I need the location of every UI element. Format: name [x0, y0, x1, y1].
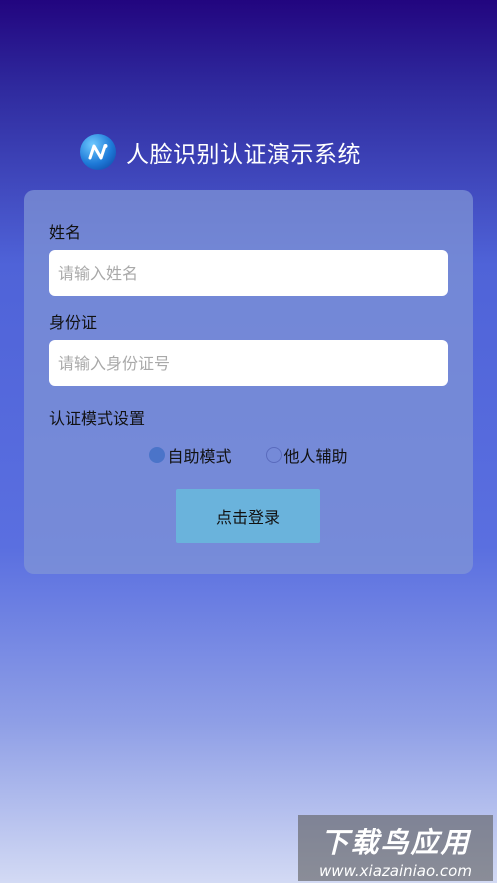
- watermark-main: 下载鸟应用: [320, 826, 471, 859]
- id-label: 身份证: [49, 313, 98, 332]
- name-input[interactable]: [49, 250, 448, 296]
- mode-label: 认证模式设置: [49, 409, 146, 428]
- radio-assisted-mode-label: 他人辅助: [283, 447, 348, 466]
- id-number-input[interactable]: [49, 340, 448, 386]
- radio-assisted-mode[interactable]: 他人辅助: [265, 443, 348, 467]
- name-label: 姓名: [49, 223, 82, 242]
- mode-radio-group: 自助模式 他人辅助: [24, 443, 473, 467]
- app-header: 人脸识别认证演示系统: [80, 132, 361, 172]
- radio-checked-icon: [149, 447, 166, 463]
- radio-self-mode[interactable]: 自助模式: [149, 443, 232, 467]
- watermark: 下载鸟应用 www.xiazainiao.com: [298, 815, 493, 881]
- page-title: 人脸识别认证演示系统: [126, 142, 361, 168]
- watermark-url: www.xiazainiao.com: [319, 862, 472, 880]
- login-button[interactable]: 点击登录: [176, 489, 320, 543]
- login-card: 姓名 身份证 认证模式设置 自助模式 他人辅助 点击登录: [24, 190, 473, 574]
- radio-self-mode-label: 自助模式: [167, 447, 232, 466]
- radio-unchecked-icon: [265, 447, 282, 463]
- app-logo-icon: [80, 134, 116, 170]
